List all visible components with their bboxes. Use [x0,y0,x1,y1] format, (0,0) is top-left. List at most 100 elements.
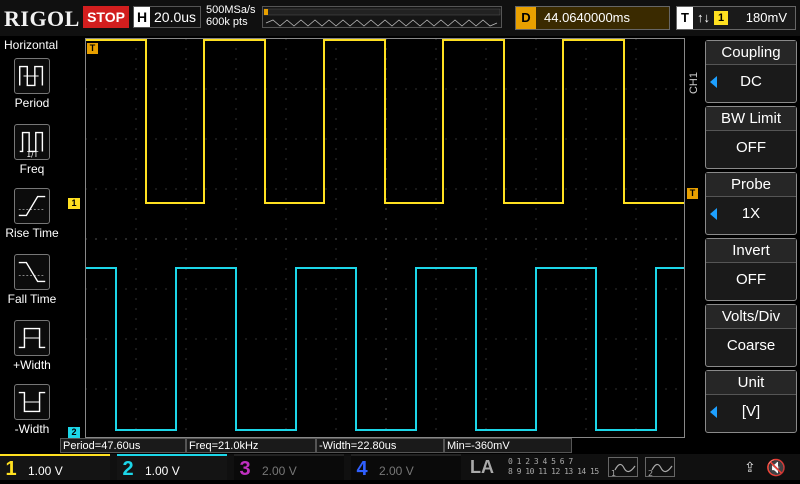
menu-bw-limit-button[interactable]: BW Limit OFF [705,106,797,169]
grid-dot [285,88,287,90]
grid-dot [445,88,447,90]
grid-dot [585,168,587,170]
grid-dot [385,218,387,220]
ch2-offset-marker[interactable]: 2 [68,427,80,438]
generator-2-button[interactable]: 2 [645,457,675,478]
logic-analyzer-label[interactable]: LA [470,457,494,478]
speaker-muted-icon[interactable]: 🔇 [766,458,786,478]
grid-dot [435,68,437,70]
grid-dot [535,148,537,150]
generator-1-button[interactable]: 1 [608,457,638,478]
channel-2-slot[interactable]: 2 1.00 V [117,454,227,480]
grid-dot [535,258,537,260]
trigger-box[interactable]: T ↑↓ 1 180mV [676,6,796,30]
grid-dot [205,338,207,340]
grid-dot [105,288,107,290]
grid-dot [435,228,437,230]
grid-dot [485,108,487,110]
measure-period-button[interactable]: Period [4,58,60,110]
waveform-grid [86,39,684,431]
grid-dot [385,368,387,370]
measure-freq-button[interactable]: 1/T Freq [4,124,60,176]
grid-dot [505,238,507,240]
grid-dot [595,188,597,190]
grid-dot [635,68,637,70]
grid-dot [215,238,217,240]
grid-lines [86,39,677,430]
menu-value-text: 1X [741,205,761,222]
menu-value-text: OFF [736,271,766,288]
grid-dot [585,308,587,310]
grid-dot [365,338,367,340]
channel-number: 4 [356,458,368,480]
measure-pos-width-button[interactable]: +Width [4,320,60,372]
grid-dot [555,288,557,290]
grid-dot [585,208,587,210]
run-stop-indicator[interactable]: STOP [83,6,129,28]
grid-dot [455,388,457,390]
grid-dot [485,58,487,60]
grid-dot [595,238,597,240]
grid-dot [335,148,337,150]
grid-dot [185,368,187,370]
measure-neg-width-button[interactable]: -Width [4,384,60,436]
menu-probe-button[interactable]: Probe 1X [705,172,797,235]
menu-invert-button[interactable]: Invert OFF [705,238,797,301]
menu-coupling-button[interactable]: Coupling DC [705,40,797,103]
digital-channels[interactable]: 0 1 2 3 4 5 6 7 8 9 10 11 12 13 14 15 [508,457,600,477]
grid-dot [435,328,437,330]
grid-dot [135,418,137,420]
menu-unit-button[interactable]: Unit [V] [705,370,797,433]
channel-scale: 2.00 V [262,464,297,478]
grid-dot [555,238,557,240]
grid-dot [185,308,187,310]
grid-dot [135,348,137,350]
memory-overview[interactable] [262,6,502,28]
ch1-offset-marker[interactable]: 1 [68,198,80,209]
grid-dot [515,188,517,190]
grid-dot [605,138,607,140]
grid-dot [395,288,397,290]
grid-dot [305,188,307,190]
measure-rise-time-button[interactable]: Rise Time [4,188,60,240]
grid-dot [245,88,247,90]
grid-dot [335,288,337,290]
grid-dot [615,88,617,90]
grid-dot [535,228,537,230]
grid-dot [285,238,287,240]
channel-3-slot[interactable]: 3 2.00 V [234,454,344,480]
waveform-display[interactable] [85,38,685,438]
grid-dot [335,168,337,170]
channel-4-slot[interactable]: 4 2.00 V [351,454,461,480]
grid-dot [525,388,527,390]
measure-fall-time-button[interactable]: Fall Time [4,254,60,306]
grid-dot [185,378,187,380]
grid-dot [255,288,257,290]
grid-dot [305,288,307,290]
grid-dot [185,178,187,180]
grid-dot [665,188,667,190]
grid-dot [235,168,237,170]
grid-dot [285,118,287,120]
grid-dot [185,348,187,350]
grid-dot [135,58,137,60]
grid-dot [185,258,187,260]
trigger-position-marker[interactable]: T [87,43,98,54]
timebase-box[interactable]: H 20.0us [133,6,201,28]
channel-scale: 1.00 V [145,464,180,478]
grid-dot [485,408,487,410]
menu-volts-div-button[interactable]: Volts/Div Coarse [705,304,797,367]
grid-dot [335,78,337,80]
grid-dot [615,288,617,290]
grid-dot [385,378,387,380]
grid-dot [495,138,497,140]
trigger-level-marker[interactable]: T [687,188,698,199]
grid-dot [235,58,237,60]
delay-box[interactable]: D 44.0640000ms [515,6,670,30]
grid-dot [525,88,527,90]
channel-1-slot[interactable]: 1 1.00 V [0,454,110,480]
grid-dot [535,248,537,250]
grid-dot [385,418,387,420]
grid-dot [335,98,337,100]
grid-dot [335,118,337,120]
